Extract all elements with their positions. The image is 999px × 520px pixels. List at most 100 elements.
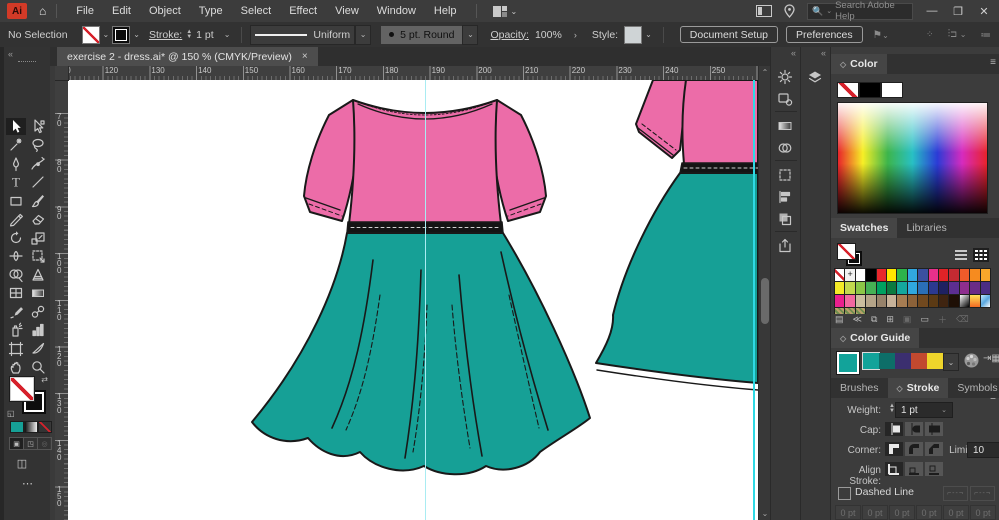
tool-zoom[interactable] — [28, 359, 48, 376]
tool-mesh[interactable] — [6, 285, 26, 302]
fill-swatch[interactable] — [10, 377, 34, 401]
corner-bevel-button[interactable] — [925, 442, 943, 456]
transparency-icon[interactable] — [777, 140, 795, 158]
opacity-value[interactable]: 100% — [535, 29, 562, 41]
color-guide-swatch[interactable] — [911, 353, 927, 369]
home-icon[interactable]: ⌂ — [39, 4, 46, 18]
color-panel-menu-icon[interactable]: ≡ — [990, 57, 996, 68]
restore-button[interactable]: ❐ — [951, 5, 965, 18]
tool-symbol-sprayer[interactable] — [6, 322, 26, 339]
tool-lasso[interactable] — [28, 137, 48, 154]
workspace-switcher[interactable]: ⌄ — [492, 5, 517, 17]
menu-effect[interactable]: Effect — [280, 5, 326, 17]
cap-butt-button[interactable] — [885, 422, 903, 436]
new-color-group-icon[interactable]: ⊞ — [886, 314, 894, 325]
dash-preserve-icon[interactable]: ⌐--¬ — [943, 486, 968, 501]
menu-object[interactable]: Object — [140, 5, 190, 17]
dash-align-icon[interactable]: ⌐--¬ — [970, 486, 995, 501]
pin-icon[interactable] — [784, 4, 795, 18]
limit-color-group-icon[interactable]: ⇥▦ — [983, 353, 999, 364]
tool-artboard[interactable] — [6, 340, 26, 357]
dashed-line-checkbox[interactable] — [838, 487, 851, 500]
horizontal-ruler[interactable]: 1101201301401501601701801902002102202302… — [55, 66, 758, 81]
menu-type[interactable]: Type — [190, 5, 232, 17]
stroke-weight-chevron-icon[interactable]: ⌄ — [224, 30, 231, 39]
menu-window[interactable]: Window — [368, 5, 425, 17]
swatch[interactable] — [979, 294, 991, 308]
toolbar-drag-handle[interactable] — [18, 61, 36, 65]
tool-hand[interactable] — [6, 359, 26, 376]
stroke-weight-stepper[interactable]: ▲ ▼ — [186, 29, 192, 40]
preferences-button[interactable]: Preferences — [786, 26, 863, 43]
opacity-label[interactable]: Opacity: — [490, 29, 529, 41]
edit-toolbar-button[interactable]: ⋯ — [18, 475, 38, 492]
close-button[interactable]: ✕ — [977, 5, 991, 18]
tool-eyedropper[interactable] — [6, 303, 26, 320]
strip1-expand-icon[interactable]: « — [771, 47, 801, 61]
color-white-swatch[interactable] — [881, 82, 903, 98]
tool-rectangle[interactable] — [6, 192, 26, 209]
opacity-panel-arrow-icon[interactable]: › — [574, 30, 577, 40]
color-guide-swatch[interactable] — [879, 353, 895, 369]
tab-color-guide[interactable]: ◇ Color Guide — [831, 328, 920, 348]
swatch-libraries-icon[interactable]: ▤ — [835, 314, 844, 325]
tab-libraries[interactable]: Libraries — [897, 218, 955, 238]
color-guide-swatch[interactable] — [862, 352, 880, 370]
weight-value[interactable]: 1 pt ⌄ — [895, 402, 953, 418]
tool-direct-selection[interactable] — [28, 118, 48, 135]
width-profile-select[interactable]: Uniform — [250, 24, 356, 45]
pathfinder-icon[interactable] — [777, 211, 795, 229]
document-setup-button[interactable]: Document Setup — [679, 26, 779, 43]
transform-icon[interactable] — [777, 167, 795, 185]
tool-perspective-grid[interactable] — [28, 266, 48, 283]
color-guide-base-swatch[interactable] — [836, 351, 860, 375]
color-guide-swatch[interactable] — [895, 353, 911, 369]
delete-icon[interactable]: ⌫ — [956, 314, 969, 325]
draw-normal-mode-button[interactable]: ▣ — [9, 437, 24, 450]
swatches-fill-stroke-widget[interactable] — [837, 243, 867, 269]
tool-selection[interactable] — [6, 118, 26, 135]
minimize-button[interactable]: — — [925, 5, 939, 17]
tool-magic-wand[interactable] — [6, 137, 26, 154]
search-input[interactable]: 🔍 ⌄ Search Adobe Help — [807, 0, 913, 22]
menu-file[interactable]: File — [67, 5, 103, 17]
none-button[interactable] — [38, 421, 52, 433]
stroke-weight-label[interactable]: Stroke: — [149, 29, 182, 41]
color-button[interactable] — [10, 421, 24, 433]
tool-curvature[interactable] — [28, 155, 48, 172]
stroke-color-chip[interactable] — [112, 25, 131, 44]
menu-view[interactable]: View — [326, 5, 368, 17]
gradient-button[interactable] — [24, 421, 38, 433]
cap-round-button[interactable] — [905, 422, 923, 436]
tab-stroke[interactable]: ◇ Stroke — [887, 378, 949, 398]
artwork-dress[interactable] — [68, 80, 758, 520]
dock-toggle-icon[interactable]: ⫶⊐ ⌄ — [948, 28, 967, 41]
align-outside-button[interactable] — [925, 462, 943, 476]
width-profile-chevron-icon[interactable]: ⌄ — [355, 24, 372, 45]
arrange-documents-icon[interactable] — [756, 5, 772, 17]
tool-gradient[interactable] — [28, 285, 48, 302]
default-fill-stroke-icon[interactable]: ◱ — [7, 409, 15, 418]
ruler-origin[interactable] — [55, 66, 69, 81]
limit-value[interactable]: 10 — [967, 442, 999, 458]
swatch[interactable] — [979, 268, 991, 282]
align-inside-button[interactable] — [905, 462, 923, 476]
tab-color[interactable]: ◇ Color — [831, 54, 887, 74]
tool-width[interactable] — [6, 248, 26, 265]
corner-miter-button[interactable] — [885, 442, 903, 456]
tool-slice[interactable] — [28, 340, 48, 357]
cap-projecting-button[interactable] — [925, 422, 943, 436]
new-folder-icon[interactable]: ▭ — [920, 314, 929, 325]
document-tab[interactable]: exercise 2 - dress.ai* @ 150 % (CMYK/Pre… — [57, 47, 318, 66]
dress-back[interactable] — [251, 99, 591, 476]
color-guide-swatch[interactable] — [927, 353, 943, 369]
tool-paintbrush[interactable] — [28, 192, 48, 209]
draw-inside-mode-button[interactable]: ◎ — [37, 437, 52, 450]
tool-blend[interactable] — [28, 303, 48, 320]
tool-column-graph[interactable] — [28, 322, 48, 339]
style-chip[interactable] — [624, 25, 643, 44]
tool-type[interactable]: T — [6, 174, 26, 191]
share-for-review-icon[interactable]: ⚑⌄ — [873, 29, 889, 41]
stroke-chevron-icon[interactable]: ⌄ — [133, 30, 140, 39]
tool-rotate[interactable] — [6, 229, 26, 246]
